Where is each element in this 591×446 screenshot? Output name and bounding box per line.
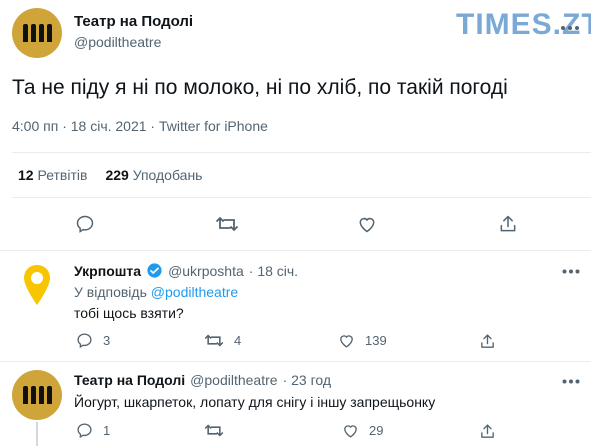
reply2-reply-action[interactable]: 1 bbox=[76, 422, 110, 439]
retweets-count: 12 bbox=[18, 167, 34, 183]
theatre-logo-icon bbox=[22, 386, 52, 404]
main-author-name[interactable]: Театр на Подолі bbox=[74, 13, 193, 30]
theatre-avatar[interactable] bbox=[12, 8, 62, 58]
reply1-more-icon[interactable] bbox=[560, 266, 582, 276]
divider bbox=[12, 197, 591, 198]
theatre-avatar[interactable] bbox=[12, 370, 62, 420]
ukrposhta-logo-icon bbox=[24, 265, 50, 305]
reply2-header: Театр на Подолі @podiltheatre · 23 год bbox=[74, 372, 331, 388]
reply2-time[interactable]: · 23 год bbox=[283, 372, 331, 388]
like-icon bbox=[344, 425, 357, 438]
reply-icon[interactable] bbox=[74, 213, 96, 235]
reply2-text: Йогурт, шкарпеток, лопату для снігу і ін… bbox=[74, 394, 436, 410]
more-options-icon[interactable] bbox=[556, 18, 584, 38]
thread-line bbox=[36, 422, 38, 446]
divider bbox=[0, 250, 591, 251]
reply1-retweet-action[interactable]: 4 bbox=[204, 332, 241, 349]
reply-prefix: У відповідь bbox=[74, 284, 147, 300]
reply-to-handle[interactable]: @podiltheatre bbox=[151, 284, 238, 300]
reply1-like-count: 139 bbox=[365, 333, 387, 348]
reply1-retweet-count: 4 bbox=[234, 333, 242, 348]
reply2-like-count: 29 bbox=[369, 423, 384, 438]
reply1-header: Укрпошта @ukrposhta · 18 січ. bbox=[74, 262, 298, 279]
reply1-reply-count: 3 bbox=[103, 333, 111, 348]
likes-stat[interactable]: 229 Уподобань bbox=[105, 167, 202, 183]
retweet-icon bbox=[204, 334, 224, 347]
main-tweet-text: Та не піду я ні по молоко, ні по хліб, п… bbox=[12, 76, 508, 99]
retweets-label: Ретвітів bbox=[37, 167, 88, 183]
divider bbox=[0, 361, 591, 362]
reply2-author-handle[interactable]: @podiltheatre bbox=[190, 372, 277, 388]
share-icon[interactable] bbox=[478, 332, 496, 350]
reply-icon bbox=[77, 333, 92, 349]
main-author-handle[interactable]: @podiltheatre bbox=[74, 34, 161, 50]
retweet-icon bbox=[204, 424, 224, 437]
share-icon[interactable] bbox=[497, 213, 519, 235]
stats-row: 12 Ретвітів 229 Уподобань bbox=[18, 167, 202, 183]
reply1-author-handle[interactable]: @ukrposhta bbox=[168, 263, 244, 279]
ukrposhta-avatar[interactable] bbox=[12, 260, 62, 310]
reply2-more-icon[interactable] bbox=[560, 376, 582, 386]
reply2-retweet-action[interactable] bbox=[204, 422, 234, 439]
reply1-reply-action[interactable]: 3 bbox=[76, 332, 110, 349]
likes-label: Уподобань bbox=[132, 167, 203, 183]
divider bbox=[12, 152, 591, 153]
reply2-like-action[interactable]: 29 bbox=[342, 422, 383, 439]
reply1-text: тобі щось взяти? bbox=[74, 305, 184, 321]
share-icon[interactable] bbox=[478, 422, 496, 440]
reply1-time[interactable]: · 18 січ. bbox=[249, 263, 298, 279]
theatre-logo-icon bbox=[22, 24, 52, 42]
reply2-author-name[interactable]: Театр на Подолі bbox=[74, 372, 185, 388]
reply2-reply-count: 1 bbox=[103, 423, 111, 438]
main-tweet-timestamp[interactable]: 4:00 пп · 18 січ. 2021 · Twitter for iPh… bbox=[12, 118, 268, 134]
likes-count: 229 bbox=[105, 167, 129, 183]
reply1-author-name[interactable]: Укрпошта bbox=[74, 263, 141, 279]
like-icon bbox=[340, 335, 353, 348]
reply-icon bbox=[77, 423, 92, 439]
retweet-icon[interactable] bbox=[214, 213, 240, 235]
like-icon[interactable] bbox=[356, 213, 378, 235]
reply1-replying-to: У відповідь @podiltheatre bbox=[74, 284, 238, 300]
reply1-like-action[interactable]: 139 bbox=[338, 332, 387, 349]
retweets-stat[interactable]: 12 Ретвітів bbox=[18, 167, 87, 183]
verified-icon bbox=[146, 262, 163, 279]
